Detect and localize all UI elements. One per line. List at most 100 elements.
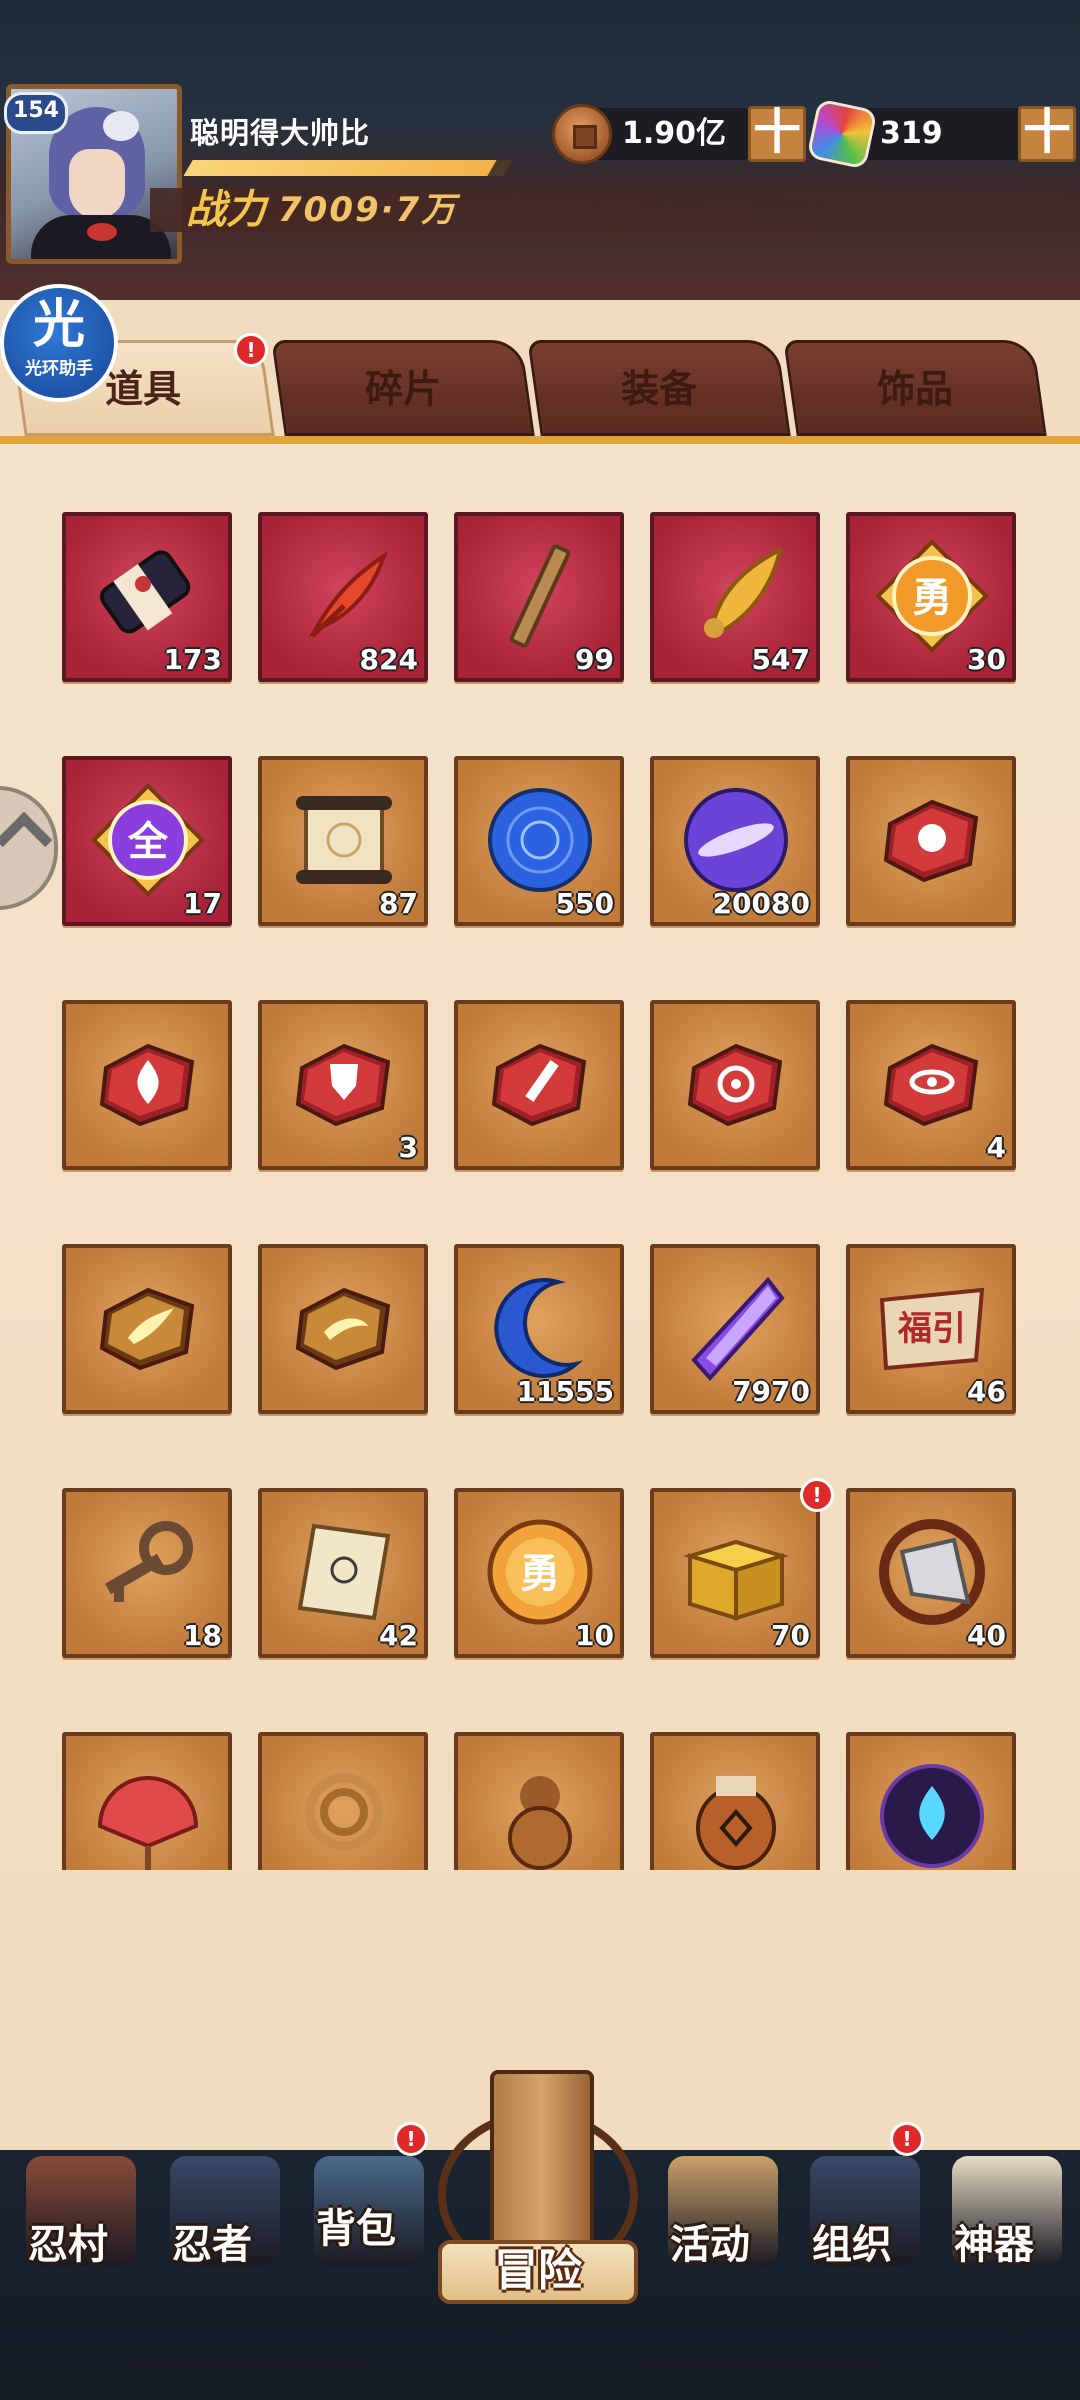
- item-slot[interactable]: 42: [258, 1488, 428, 1658]
- fortune-ticket-icon: 福引: [872, 1268, 992, 1388]
- item-count: 70: [771, 1619, 810, 1652]
- tab-accessories-label: 饰品: [877, 367, 954, 411]
- wind-gold-stone-icon: [284, 1268, 404, 1388]
- adventure-scroll-icon: [490, 2070, 594, 2268]
- nav-label: 神器: [954, 2222, 1034, 2268]
- item-slot[interactable]: 70: [650, 1488, 820, 1658]
- nav-adventure-button[interactable]: 冒险: [438, 2070, 638, 2310]
- copper-coin-icon: [552, 104, 612, 164]
- scroll-bundle-icon: [88, 536, 208, 656]
- item-count: 42: [379, 1619, 418, 1652]
- item-slot[interactable]: 173: [62, 512, 232, 682]
- red-fan-icon: [88, 1756, 208, 1870]
- courage-coin-icon: 勇: [480, 1512, 600, 1632]
- eye-rune-stone-icon: [872, 1024, 992, 1144]
- item-slot[interactable]: [454, 1000, 624, 1170]
- item-slot[interactable]: 99: [454, 512, 624, 682]
- item-slot[interactable]: [650, 1000, 820, 1170]
- item-slot[interactable]: 11555: [454, 1244, 624, 1414]
- nav-label: 组织: [812, 2222, 892, 2268]
- item-slot[interactable]: [62, 1732, 232, 1870]
- item-slot[interactable]: 824: [258, 512, 428, 682]
- nav-item-4[interactable]: [650, 2150, 790, 2400]
- red-feather-icon: [284, 536, 404, 656]
- halo-assistant-label: 光环助手: [25, 359, 93, 379]
- crescent-moon-icon: [480, 1268, 600, 1388]
- nav-item-0[interactable]: [8, 2150, 148, 2400]
- item-slot[interactable]: [454, 1732, 624, 1870]
- add-coins-button[interactable]: 十: [748, 106, 806, 162]
- nav-adventure-label: 冒险: [438, 2240, 638, 2304]
- item-slot[interactable]: 18: [62, 1488, 232, 1658]
- item-slot[interactable]: 3: [258, 1000, 428, 1170]
- item-slot[interactable]: [62, 1000, 232, 1170]
- rainbow-gem-icon: [806, 98, 878, 170]
- gem-amount: 319: [880, 116, 943, 151]
- item-slot[interactable]: 福引 46: [846, 1244, 1016, 1414]
- item-count: 7970: [732, 1375, 810, 1408]
- item-slot[interactable]: [258, 1244, 428, 1414]
- inventory-tabs: 道具 碎片 装备 饰品: [0, 340, 1080, 440]
- item-slot[interactable]: [846, 1732, 1016, 1870]
- purple-crystal-icon: [676, 1268, 796, 1388]
- top-header: 154 聪明得大帅比 战力 7009·7万 1.90亿 十 319 十: [0, 0, 1080, 300]
- add-gems-button[interactable]: 十: [1018, 106, 1076, 162]
- sword-rune-stone-icon: [480, 1024, 600, 1144]
- fire-rune-stone-icon: [88, 1024, 208, 1144]
- nav-alert-badge: !: [394, 2122, 428, 2156]
- blue-flame-orb-icon: [872, 1756, 992, 1870]
- shield-rune-stone-icon: [284, 1024, 404, 1144]
- svg-text:福引: 福引: [897, 1309, 966, 1349]
- experience-bar-fill: [183, 160, 497, 176]
- player-name: 聪明得大帅比: [190, 116, 371, 150]
- nav-item-1[interactable]: [152, 2150, 292, 2400]
- nav-item-5[interactable]: [792, 2150, 932, 2400]
- tab-equipment[interactable]: 装备: [527, 340, 791, 436]
- item-slot[interactable]: [846, 756, 1016, 926]
- gourd-icon: [480, 1756, 600, 1870]
- item-slot[interactable]: [62, 1244, 232, 1414]
- item-count: 550: [555, 887, 614, 920]
- item-count: 20080: [712, 887, 810, 920]
- item-grid: 173 824 99 547 勇 30 全 17 87 550 20080 3 4 11555 7970 福引…: [0, 500, 1080, 1870]
- item-slot[interactable]: 87: [258, 756, 428, 926]
- tab-equipment-label: 装备: [621, 367, 698, 411]
- svg-text:全: 全: [127, 819, 169, 865]
- tab-items-alert-badge: !: [234, 333, 268, 367]
- tab-fragments[interactable]: 碎片: [271, 340, 535, 436]
- item-slot[interactable]: 7970: [650, 1244, 820, 1414]
- item-slot[interactable]: 4: [846, 1000, 1016, 1170]
- fist-rune-stone-icon: [872, 780, 992, 900]
- chevron-up-icon: [0, 811, 53, 869]
- item-slot[interactable]: 勇 10: [454, 1488, 624, 1658]
- seal-paper-icon: [284, 1512, 404, 1632]
- sealed-jar-icon: [676, 1756, 796, 1870]
- rope-icon: [284, 1756, 404, 1870]
- item-slot[interactable]: 勇 30: [846, 512, 1016, 682]
- svg-text:勇: 勇: [912, 575, 952, 621]
- item-alert-badge: !: [800, 1478, 834, 1512]
- item-count: 87: [379, 887, 418, 920]
- all-medal-icon: 全: [88, 780, 208, 900]
- halo-assistant-button[interactable]: 光 光环助手: [0, 284, 118, 402]
- item-slot[interactable]: 550: [454, 756, 624, 926]
- item-slot[interactable]: [650, 1732, 820, 1870]
- item-slot[interactable]: [258, 1732, 428, 1870]
- nav-item-2[interactable]: [296, 2150, 436, 2400]
- tab-items-label: 道具: [105, 367, 182, 411]
- item-count: 173: [163, 643, 222, 676]
- tab-accessories[interactable]: 饰品: [783, 340, 1047, 436]
- wooden-stick-icon: [480, 536, 600, 656]
- item-slot[interactable]: 全 17: [62, 756, 232, 926]
- item-count: 18: [183, 1619, 222, 1652]
- item-slot[interactable]: 40: [846, 1488, 1016, 1658]
- item-slot[interactable]: 547: [650, 512, 820, 682]
- gold-box-icon: [676, 1512, 796, 1632]
- item-count: 10: [575, 1619, 614, 1652]
- nav-alert-badge: !: [890, 2122, 924, 2156]
- nav-item-6[interactable]: [934, 2150, 1074, 2400]
- combat-power-row: 战力 7009·7万: [150, 188, 1080, 232]
- item-slot[interactable]: 20080: [650, 756, 820, 926]
- flame-gold-stone-icon: [88, 1268, 208, 1388]
- item-count: 46: [967, 1375, 1006, 1408]
